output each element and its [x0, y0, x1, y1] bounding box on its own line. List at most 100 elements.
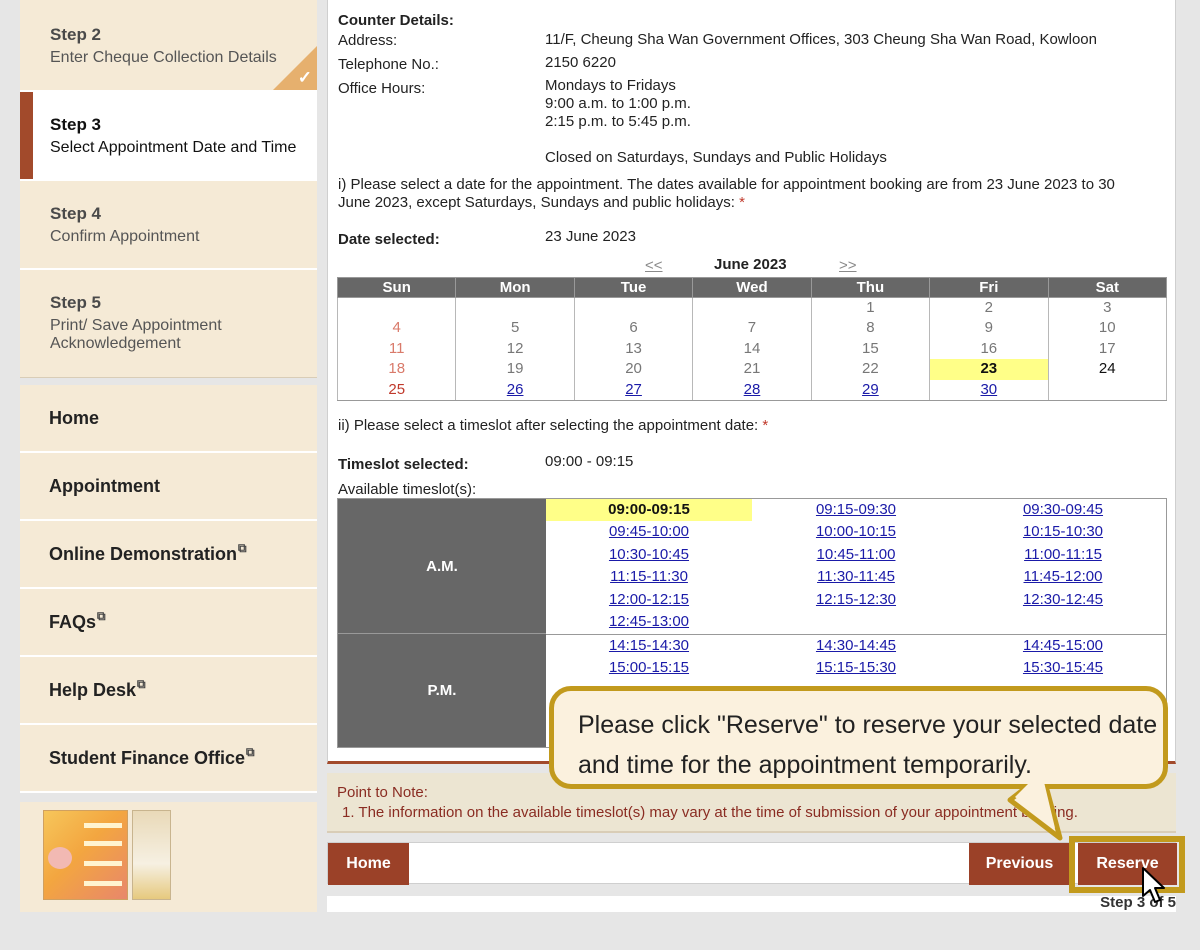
calendar-day: 24	[1047, 359, 1168, 380]
step-2-item[interactable]: Step 2 Enter Cheque Collection Details ✓	[20, 0, 317, 92]
nav-online-demonstration[interactable]: Online Demonstration ⧉	[20, 521, 317, 589]
weekday-header: Fri	[929, 277, 1049, 298]
timeslot-link[interactable]: 09:15-09:30	[753, 499, 959, 521]
leaflet-cover	[43, 810, 128, 900]
calendar-day: 14	[692, 338, 812, 359]
hours-label: Office Hours:	[338, 80, 426, 97]
calendar-day: 1	[810, 297, 931, 318]
home-button[interactable]: Home	[328, 843, 409, 885]
timeslot-link[interactable]: 12:30-12:45	[960, 589, 1166, 611]
check-icon: ✓	[297, 68, 312, 87]
timeslot-link[interactable]: 11:00-11:15	[960, 544, 1166, 566]
nav-student-finance-office[interactable]: Student Finance Office ⧉	[20, 725, 317, 793]
calendar-prev-link[interactable]: <<	[645, 257, 663, 274]
date-instruction-line-2: June 2023, except Saturdays, Sundays and…	[338, 194, 1168, 212]
address-label: Address:	[338, 32, 398, 49]
counter-heading: Counter Details:	[338, 12, 454, 29]
leaflet-graphic	[84, 861, 122, 866]
timeslot-selected[interactable]: 09:00-09:15	[546, 499, 752, 521]
nav-home-label: Home	[49, 407, 100, 428]
nav-appointment-label: Appointment	[49, 475, 160, 496]
external-link-icon: ⧉	[137, 676, 146, 691]
leaflet-thumbnail[interactable]	[43, 810, 171, 900]
timeslot-link[interactable]: 11:45-12:00	[960, 566, 1166, 588]
calendar-week: 4 5 6 7 8 9 10	[336, 318, 1168, 339]
action-bar: Home Previous Reserve	[327, 842, 1177, 885]
calendar-day: 22	[810, 359, 931, 380]
step-3-desc: Select Appointment Date and Time	[50, 139, 297, 156]
leaflet-graphic	[84, 823, 122, 828]
weekday-header: Wed	[692, 277, 812, 298]
external-link-icon: ⧉	[246, 744, 255, 759]
calendar-day: 7	[692, 318, 812, 339]
nav-online-demonstration-label: Online Demonstration	[49, 543, 238, 564]
address-value: 11/F, Cheung Sha Wan Government Offices,…	[545, 31, 1097, 48]
weekday-header: Tue	[573, 277, 694, 298]
timeslot-selected-label: Timeslot selected:	[338, 456, 469, 473]
calendar-month: June 2023	[714, 256, 787, 273]
calendar-day	[1047, 379, 1168, 401]
calendar-next-link[interactable]: >>	[839, 257, 857, 274]
calendar-day-link[interactable]: 26	[455, 379, 575, 401]
timeslot-link[interactable]: 11:15-11:30	[546, 566, 752, 588]
calendar-day-selected[interactable]: 23	[929, 359, 1049, 380]
timeslot-link[interactable]: 10:45-11:00	[753, 544, 959, 566]
timeslot-link[interactable]: 09:45-10:00	[546, 521, 752, 543]
leaflet-panel	[20, 802, 317, 912]
step-3-title: Step 3	[50, 115, 102, 134]
nav-help-desk[interactable]: Help Desk ⧉	[20, 657, 317, 725]
calendar-day: 2	[929, 297, 1049, 318]
nav-faqs-label: FAQs	[49, 611, 97, 632]
timeslot-link[interactable]: 10:15-10:30	[960, 521, 1166, 543]
step-list: Step 2 Enter Cheque Collection Details ✓…	[20, 0, 317, 378]
timeslot-link[interactable]: 15:00-15:15	[546, 657, 752, 679]
step-5-item: Step 5 Print/ Save Appointment Acknowled…	[20, 270, 317, 378]
calendar-week: 25 26 27 28 29 30	[336, 379, 1168, 401]
timeslot-link[interactable]: 09:30-09:45	[960, 499, 1166, 521]
timeslot-link[interactable]: 10:00-10:15	[753, 521, 959, 543]
calendar-week: 11 12 13 14 15 16 17	[336, 338, 1168, 359]
note-title: Point to Note:	[337, 784, 428, 801]
weekday-header: Mon	[455, 277, 575, 298]
calendar-day	[573, 297, 694, 318]
date-instruction-line-1: i) Please select a date for the appointm…	[338, 176, 1115, 193]
step-5-title: Step 5	[50, 293, 102, 312]
nav-faqs[interactable]: FAQs ⧉	[20, 589, 317, 657]
date-selected-value: 23 June 2023	[545, 228, 636, 245]
calendar-day: 10	[1047, 318, 1168, 339]
weekday-header: Sun	[336, 277, 457, 298]
timeslot-link[interactable]: 12:00-12:15	[546, 589, 752, 611]
timeslot-instruction: ii) Please select a timeslot after selec…	[338, 417, 1168, 435]
calendar-day: 9	[929, 318, 1049, 339]
timeslot-link[interactable]: 12:15-12:30	[753, 589, 959, 611]
timeslot-link[interactable]: 14:15-14:30	[546, 635, 752, 657]
calendar-day-link[interactable]: 30	[929, 379, 1049, 401]
calendar-day: 19	[455, 359, 575, 380]
timeslot-link[interactable]: 15:15-15:30	[753, 657, 959, 679]
calendar-day: 25	[336, 379, 457, 401]
calendar-day: 18	[336, 359, 457, 380]
closed-notice: Closed on Saturdays, Sundays and Public …	[545, 149, 887, 166]
step-2-title: Step 2	[50, 25, 102, 44]
calendar-day-link[interactable]: 27	[573, 379, 694, 401]
weekday-header: Thu	[810, 277, 931, 298]
step-3-item: Step 3 Select Appointment Date and Time	[20, 92, 317, 181]
date-instruction-text: June 2023, except Saturdays, Sundays and…	[338, 194, 735, 211]
nav-home[interactable]: Home	[20, 385, 317, 453]
timeslot-link[interactable]: 15:30-15:45	[960, 657, 1166, 679]
calendar-day	[455, 297, 575, 318]
timeslot-link[interactable]: 14:30-14:45	[753, 635, 959, 657]
calendar-day: 20	[573, 359, 694, 380]
calendar-day: 3	[1047, 297, 1168, 318]
calendar-day-link[interactable]: 28	[692, 379, 812, 401]
calendar-day-link[interactable]: 29	[810, 379, 931, 401]
step-4-title: Step 4	[50, 204, 102, 223]
nav-appointment[interactable]: Appointment	[20, 453, 317, 521]
previous-button[interactable]: Previous	[969, 843, 1070, 885]
calendar-header-row: Sun Mon Tue Wed Thu Fri Sat	[336, 277, 1168, 298]
timeslot-link[interactable]: 10:30-10:45	[546, 544, 752, 566]
timeslot-link[interactable]: 11:30-11:45	[753, 566, 959, 588]
timeslot-link[interactable]: 12:45-13:00	[546, 611, 752, 633]
timeslot-link[interactable]: 14:45-15:00	[960, 635, 1166, 657]
timeslot-instruction-text: ii) Please select a timeslot after selec…	[338, 417, 759, 434]
